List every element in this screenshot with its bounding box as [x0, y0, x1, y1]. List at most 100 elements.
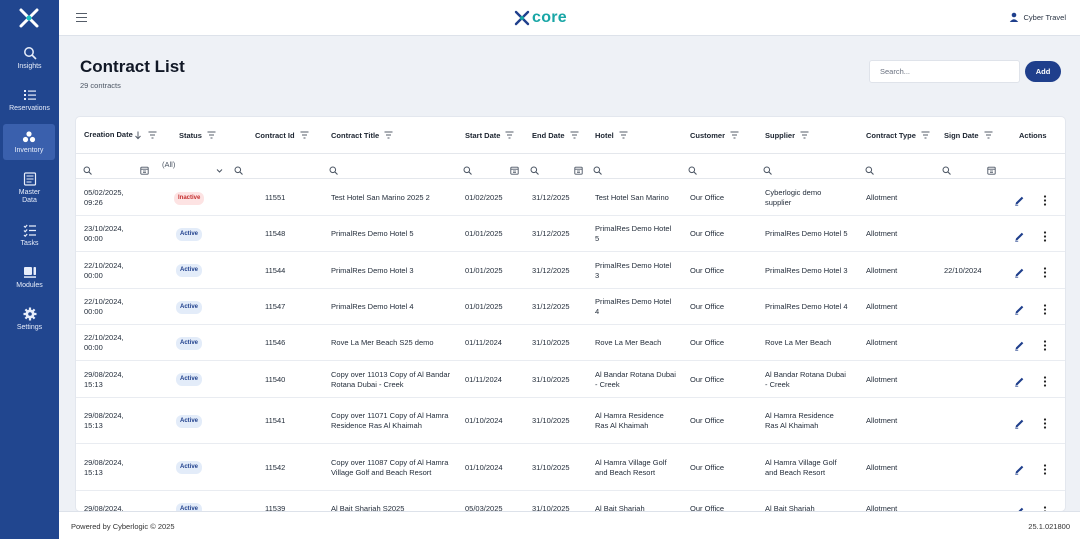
column-header-customer[interactable]: Customer — [690, 117, 739, 153]
column-header-contract-title[interactable]: Contract Title — [331, 117, 393, 153]
filter-icon[interactable] — [800, 131, 809, 139]
hotel-cell: Al Bait Sharjah — [595, 504, 645, 511]
search-icon[interactable] — [688, 162, 697, 175]
chevron-down-icon[interactable] — [215, 162, 224, 173]
search-icon[interactable] — [234, 162, 243, 175]
customer-cell: Our Office — [690, 416, 725, 425]
end-date-cell: 31/12/2025 — [532, 193, 570, 202]
sidebar-item-inventory[interactable]: Inventory — [3, 124, 55, 160]
sort-desc-icon[interactable] — [134, 131, 143, 140]
contract-title-cell: Copy over 11087 Copy of Al Hamra Village… — [331, 458, 449, 477]
customer-cell: Our Office — [690, 463, 725, 472]
table-row[interactable]: 29/08/2024, 15:13 Active 11542 Copy over 11… — [76, 444, 1065, 491]
filter-icon[interactable] — [984, 131, 993, 139]
filter-icon[interactable] — [148, 131, 157, 139]
column-header-hotel[interactable]: Hotel — [595, 117, 628, 153]
column-header-contract-type[interactable]: Contract Type — [866, 117, 930, 153]
more-options-icon[interactable] — [1043, 302, 1047, 315]
table-row[interactable]: 29/08/2024, 15:13 Active 11540 Copy over 11… — [76, 361, 1065, 398]
table-row[interactable]: 22/10/2024, 00:00 Active 11546 Rove La Mer … — [76, 325, 1065, 361]
search-icon[interactable] — [763, 162, 772, 175]
search-icon[interactable] — [530, 162, 539, 175]
more-options-icon[interactable] — [1043, 374, 1047, 387]
more-options-icon[interactable] — [1043, 416, 1047, 429]
column-header-status[interactable]: Status — [179, 117, 216, 153]
hotel-cell: PrimalRes Demo Hotel 5 — [595, 224, 672, 243]
column-header-sign-date[interactable]: Sign Date — [944, 117, 993, 153]
column-header-contract-id[interactable]: Contract Id — [255, 117, 309, 153]
filter-icon[interactable] — [207, 131, 216, 139]
filter-icon[interactable] — [570, 131, 579, 139]
edit-icon[interactable] — [1014, 229, 1025, 242]
filter-icon[interactable] — [921, 131, 930, 139]
search-icon[interactable] — [865, 162, 874, 175]
end-date-cell: 31/10/2025 — [532, 416, 570, 425]
filter-icon[interactable] — [619, 131, 628, 139]
more-options-icon[interactable] — [1043, 193, 1047, 206]
table-row[interactable]: 05/02/2025, 09:26 Inactive 11551 Test Hotel… — [76, 180, 1065, 216]
table-row[interactable]: 29/08/2024, 15:13 Active 11541 Copy over 11… — [76, 398, 1065, 444]
hotel-cell: PrimalRes Demo Hotel 4 — [595, 297, 672, 316]
column-header-start-date[interactable]: Start Date — [465, 117, 514, 153]
more-options-icon[interactable] — [1043, 462, 1047, 475]
more-options-icon[interactable] — [1043, 504, 1047, 511]
sidebar-item-label: Settings — [16, 324, 43, 331]
column-header-actions[interactable]: Actions — [1019, 117, 1047, 153]
edit-icon[interactable] — [1014, 416, 1025, 429]
search-icon[interactable] — [329, 162, 338, 175]
edit-icon[interactable] — [1014, 338, 1025, 351]
calendar-icon[interactable] — [987, 162, 996, 175]
calendar-icon[interactable] — [140, 162, 149, 175]
edit-icon[interactable] — [1014, 193, 1025, 206]
creation-date-cell: 29/08/2024, 15:13 — [84, 370, 124, 389]
customer-cell: Our Office — [690, 375, 725, 384]
more-options-icon[interactable] — [1043, 338, 1047, 351]
column-header-creation-date[interactable]: Creation Date — [84, 117, 157, 153]
sidebar-item-modules[interactable]: Modules — [0, 262, 59, 300]
start-date-cell: 01/01/2025 — [465, 266, 503, 275]
table-row[interactable]: 22/10/2024, 00:00 Active 11544 PrimalRes De… — [76, 252, 1065, 289]
status-filter-select[interactable]: (All) — [162, 160, 175, 169]
filter-icon[interactable] — [505, 131, 514, 139]
sidebar-item-tasks[interactable]: Tasks — [0, 220, 59, 258]
calendar-icon[interactable] — [574, 162, 583, 175]
filter-icon[interactable] — [300, 131, 309, 139]
customer-cell: Our Office — [690, 504, 725, 511]
table-row[interactable]: 29/08/2024, Active 11539 Al Bait Sharjah S2… — [76, 491, 1065, 511]
user-menu[interactable]: Cyber Travel — [1009, 12, 1066, 22]
more-options-icon[interactable] — [1043, 265, 1047, 278]
edit-icon[interactable] — [1014, 265, 1025, 278]
search-icon[interactable] — [593, 162, 602, 175]
column-header-end-date[interactable]: End Date — [532, 117, 579, 153]
search-icon[interactable] — [942, 162, 951, 175]
edit-icon[interactable] — [1014, 374, 1025, 387]
sidebar-item-insights[interactable]: Insights — [0, 43, 59, 81]
search-icon[interactable] — [463, 162, 472, 175]
add-button[interactable]: Add — [1025, 61, 1061, 82]
app-logo-icon[interactable] — [17, 6, 41, 30]
filter-icon[interactable] — [730, 131, 739, 139]
customer-cell: Our Office — [690, 302, 725, 311]
more-options-icon[interactable] — [1043, 229, 1047, 242]
edit-icon[interactable] — [1014, 462, 1025, 475]
table-row[interactable]: 23/10/2024, 00:00 Active 11548 PrimalRes De… — [76, 216, 1065, 252]
menu-icon[interactable] — [76, 13, 87, 22]
start-date-cell: 01/10/2024 — [465, 416, 503, 425]
filter-icon[interactable] — [384, 131, 393, 139]
search-icon[interactable] — [83, 162, 92, 175]
filter-row: (All) — [76, 154, 1065, 179]
brand-logo: core — [514, 9, 567, 27]
table-row[interactable]: 22/10/2024, 00:00 Active 11547 PrimalRes De… — [76, 289, 1065, 325]
sidebar-item-reservations[interactable]: Reservations — [0, 85, 59, 123]
calendar-icon[interactable] — [510, 162, 519, 175]
start-date-cell: 01/01/2025 — [465, 302, 503, 311]
contract-title-cell: PrimalRes Demo Hotel 3 — [331, 266, 414, 275]
search-input[interactable] — [869, 60, 1020, 83]
contract-type-cell: Allotment — [866, 229, 898, 238]
edit-icon[interactable] — [1014, 504, 1025, 511]
edit-icon[interactable] — [1014, 302, 1025, 315]
customer-cell: Our Office — [690, 229, 725, 238]
sidebar-item-master-data[interactable]: Master Data — [0, 169, 59, 207]
sidebar-item-settings[interactable]: Settings — [0, 304, 59, 342]
column-header-supplier[interactable]: Supplier — [765, 117, 809, 153]
